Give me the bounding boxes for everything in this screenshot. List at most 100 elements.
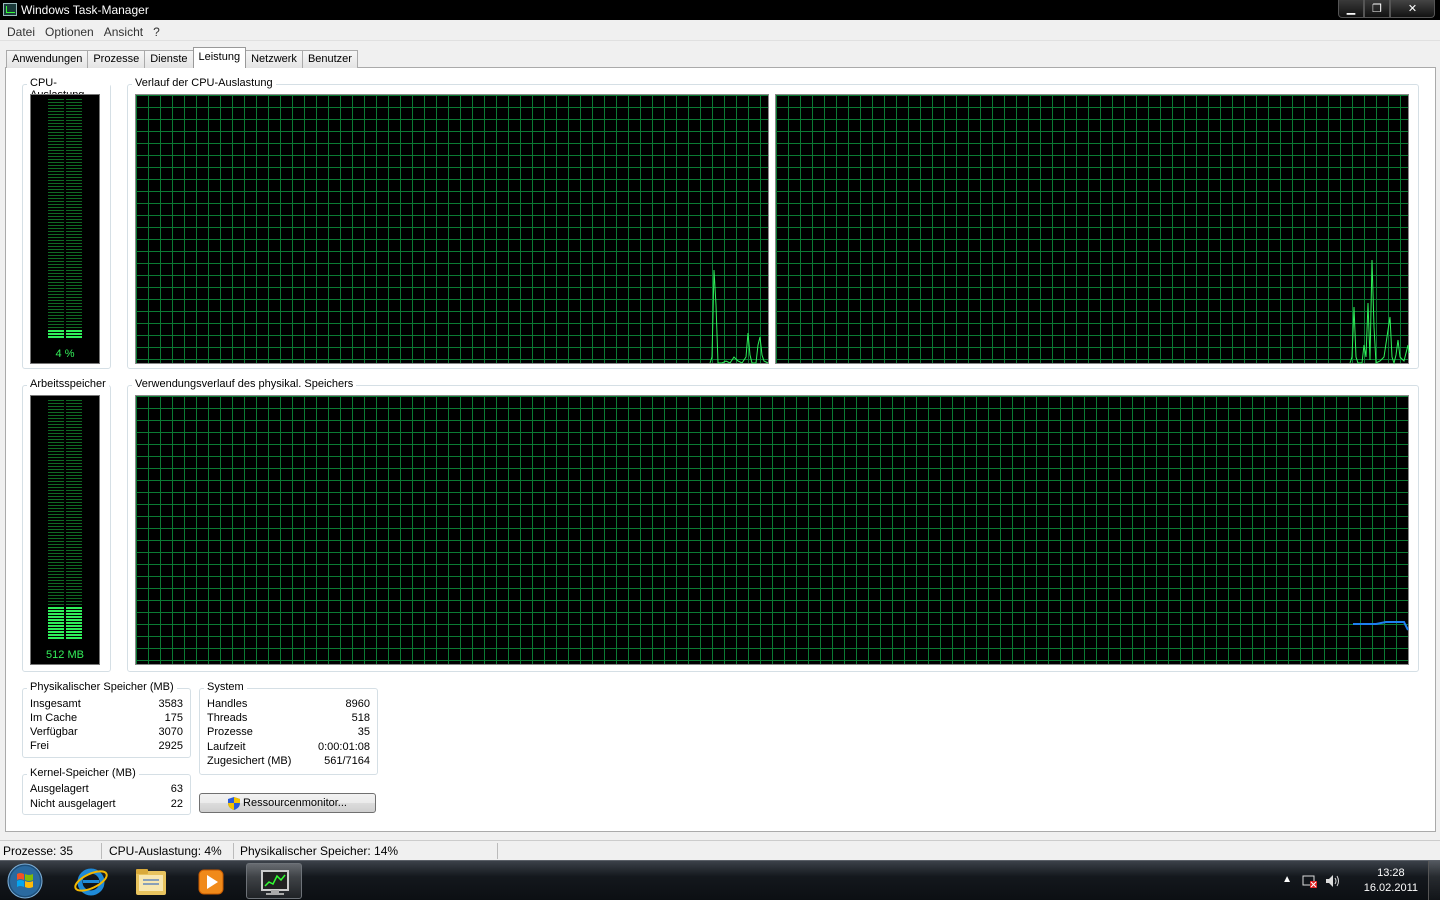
stat-zugesichert: Zugesichert (MB) 561/7164	[207, 755, 370, 769]
tab-anwendungen[interactable]: Anwendungen	[6, 50, 89, 68]
taskbar-task-manager[interactable]	[246, 863, 302, 899]
cpu-history-graph-core1	[135, 94, 769, 364]
stat-name: Laufzeit	[207, 741, 246, 753]
stat-value: 3070	[158, 726, 183, 738]
media-player-icon	[198, 869, 224, 895]
menu-datei[interactable]: Datei	[2, 22, 40, 40]
maximize-button[interactable]: ❐	[1364, 0, 1390, 18]
menu-ansicht[interactable]: Ansicht	[99, 22, 148, 40]
stat-ausgelagert: Ausgelagert 63	[30, 783, 183, 797]
minimize-button[interactable]: ▁	[1338, 0, 1364, 18]
stat-name: Threads	[207, 712, 248, 724]
stat-nicht-ausgelagert: Nicht ausgelagert 22	[30, 798, 183, 812]
stat-verfuegbar: Verfügbar 3070	[30, 726, 183, 740]
stat-name: Verfügbar	[30, 726, 78, 738]
stat-value: 175	[164, 712, 183, 724]
stat-value: 0:00:01:08	[318, 741, 370, 753]
memory-line	[1353, 621, 1409, 631]
menu-bar: Datei Optionen Ansicht ?	[0, 22, 1440, 41]
stat-handles: Handles 8960	[207, 698, 370, 712]
start-button[interactable]	[3, 862, 47, 900]
system-group: System Handles 8960 Threads 518 Prozesse…	[199, 681, 378, 775]
stat-name: Insgesamt	[30, 698, 81, 710]
taskbar-clock[interactable]: 13:28 16.02.2011	[1364, 866, 1418, 896]
memory-meter: 512 MB	[30, 395, 100, 665]
title-bar[interactable]: Windows Task-Manager ▁ ❐ ✕	[0, 0, 1440, 20]
stat-name: Prozesse	[207, 726, 253, 738]
physical-memory-group: Physikalischer Speicher (MB) Insgesamt 3…	[22, 681, 191, 758]
volume-icon[interactable]	[1324, 873, 1342, 892]
cpu-core1-line-svg	[709, 269, 769, 364]
stat-value: 561/7164	[324, 755, 370, 767]
physical-memory-label: Physikalischer Speicher (MB)	[27, 681, 177, 693]
resource-monitor-label: Ressourcenmonitor...	[243, 797, 347, 809]
memory-label: Arbeitsspeicher	[27, 378, 109, 390]
cpu-meter-fill	[48, 330, 82, 339]
task-manager-icon	[3, 3, 17, 16]
clock-date: 16.02.2011	[1363, 882, 1418, 894]
stat-name: Im Cache	[30, 712, 78, 724]
resource-monitor-button[interactable]: Ressourcenmonitor...	[199, 793, 376, 813]
system-label: System	[204, 681, 247, 693]
tab-netzwerk[interactable]: Netzwerk	[245, 50, 303, 68]
tab-dienste[interactable]: Dienste	[144, 50, 194, 68]
status-processes: Prozesse: 35	[0, 843, 102, 859]
memory-line-svg	[1353, 621, 1409, 631]
window-controls: ▁ ❐ ✕	[1338, 0, 1435, 18]
status-cpu: CPU-Auslastung: 4%	[106, 843, 234, 859]
memory-history-label: Verwendungsverlauf des physikal. Speiche…	[132, 378, 357, 390]
taskbar-internet-explorer[interactable]	[63, 863, 119, 899]
menu-optionen[interactable]: Optionen	[40, 22, 99, 40]
stat-value: 63	[170, 783, 183, 795]
cpu-core2-line	[1349, 259, 1410, 365]
status-bar: Prozesse: 35 CPU-Auslastung: 4% Physikal…	[0, 840, 1440, 860]
tab-prozesse[interactable]: Prozesse	[87, 50, 146, 68]
stat-im-cache: Im Cache 175	[30, 712, 183, 726]
tab-benutzer[interactable]: Benutzer	[301, 50, 358, 68]
tab-leistung[interactable]: Leistung	[192, 47, 247, 68]
stat-prozesse: Prozesse 35	[207, 726, 370, 740]
window-title: Windows Task-Manager	[21, 3, 149, 17]
action-center-icon[interactable]	[1302, 873, 1318, 892]
memory-meter-bars	[48, 400, 82, 640]
stat-name: Ausgelagert	[30, 783, 89, 795]
cpu-core2-line-svg	[1349, 259, 1410, 365]
cpu-meter-value: 4 %	[55, 348, 75, 360]
stat-value: 2925	[158, 740, 183, 752]
stat-name: Frei	[30, 740, 49, 752]
stat-threads: Threads 518	[207, 712, 370, 726]
kernel-memory-group: Kernel-Speicher (MB) Ausgelagert 63 Nich…	[22, 767, 191, 815]
windows-orb-icon	[7, 863, 43, 899]
stat-laufzeit: Laufzeit 0:00:01:08	[207, 741, 370, 755]
menu-help[interactable]: ?	[148, 22, 165, 40]
show-hidden-icons-icon[interactable]: ▲	[1282, 874, 1292, 885]
taskbar-explorer[interactable]	[123, 863, 179, 899]
uac-shield-icon	[228, 796, 241, 810]
internet-explorer-icon	[74, 868, 108, 896]
stat-frei: Frei 2925	[30, 740, 183, 754]
stat-value: 35	[357, 726, 370, 738]
cpu-meter-bars	[48, 99, 82, 339]
status-memory: Physikalischer Speicher: 14%	[237, 843, 498, 859]
cpu-core1-line	[709, 269, 769, 364]
memory-meter-value: 512 MB	[46, 649, 84, 661]
stat-value: 518	[351, 712, 370, 724]
cpu-history-label: Verlauf der CPU-Auslastung	[132, 77, 276, 89]
close-button[interactable]: ✕	[1390, 0, 1435, 18]
cpu-usage-meter: 4 %	[30, 94, 100, 364]
show-desktop-button[interactable]	[1428, 861, 1440, 900]
folder-icon	[136, 869, 166, 895]
task-manager-icon	[261, 870, 289, 895]
memory-meter-fill	[48, 607, 82, 640]
clock-time: 13:28	[1377, 867, 1405, 879]
stat-value: 3583	[158, 698, 183, 710]
memory-history-graph	[135, 395, 1409, 665]
stat-name: Handles	[207, 698, 248, 710]
kernel-memory-label: Kernel-Speicher (MB)	[27, 767, 139, 779]
stat-name: Zugesichert (MB)	[207, 755, 292, 767]
stat-value: 22	[170, 798, 183, 810]
cpu-history-graph-core2	[775, 94, 1410, 365]
tab-strip: Anwendungen Prozesse Dienste Leistung Ne…	[6, 47, 358, 68]
taskbar-media-player[interactable]	[183, 863, 239, 899]
taskbar: ▲ 13:28 16.02.2011	[0, 860, 1440, 900]
